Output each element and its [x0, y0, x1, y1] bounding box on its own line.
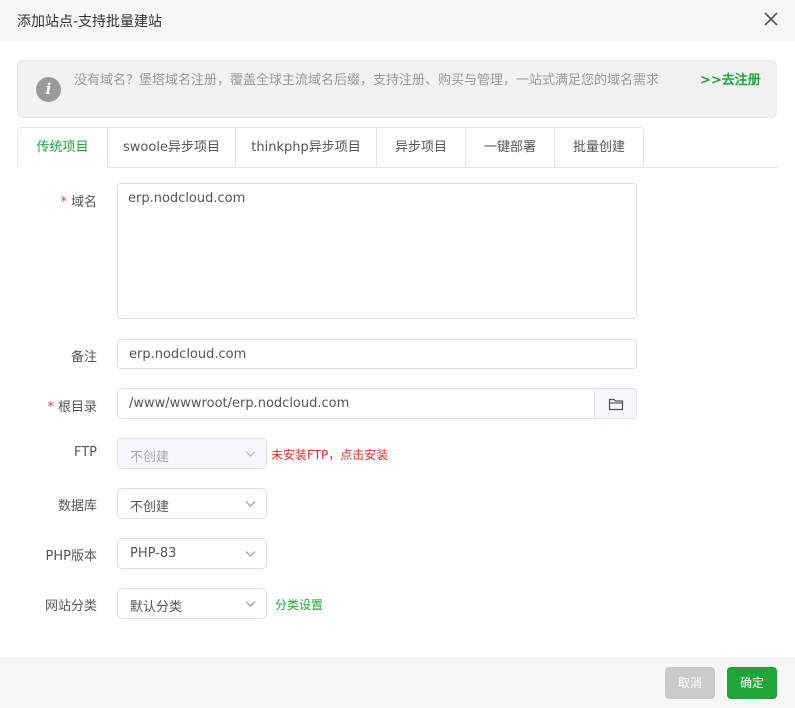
close-icon[interactable]: [762, 10, 780, 28]
php-version-select-value: PHP-83: [130, 546, 177, 561]
cancel-button[interactable]: 取消: [665, 667, 715, 699]
remark-input[interactable]: [117, 339, 637, 369]
register-domain-link[interactable]: >>去注册: [700, 71, 766, 90]
chevron-down-icon: [245, 451, 256, 457]
folder-icon: [608, 398, 624, 411]
database-select[interactable]: 不创建: [117, 488, 267, 519]
root-dir-label: * 根目录: [47, 400, 97, 415]
php-version-label: PHP版本: [45, 549, 97, 564]
ftp-select-value: 不创建: [130, 450, 170, 465]
dialog-title: 添加站点-支持批量建站: [17, 14, 163, 30]
dialog-titlebar: 添加站点-支持批量建站: [0, 0, 795, 41]
chevron-down-icon: [245, 501, 256, 507]
ftp-install-link[interactable]: 未安装FTP，点击安装: [271, 446, 388, 463]
tab-thinkphp-async-project[interactable]: thinkphp异步项目: [236, 127, 377, 168]
tab-batch-create[interactable]: 批量创建: [555, 127, 644, 168]
site-category-select-value: 默认分类: [130, 600, 183, 615]
ftp-select: 不创建: [117, 438, 267, 469]
remark-label: 备注: [70, 350, 97, 365]
root-dir-input[interactable]: [117, 388, 595, 419]
category-settings-link[interactable]: 分类设置: [275, 596, 323, 613]
site-category-label: 网站分类: [44, 599, 97, 614]
notice-text: 没有域名？堡塔域名注册，覆盖全球主流域名后缀，支持注册、购买与管理，一站式满足您…: [74, 73, 660, 88]
domain-label: * 域名: [60, 195, 97, 210]
browse-folder-button[interactable]: [594, 388, 637, 419]
tab-swoole-async-project[interactable]: swoole异步项目: [108, 127, 236, 168]
database-label: 数据库: [57, 499, 97, 514]
chevron-down-icon: [245, 551, 256, 557]
site-category-select[interactable]: 默认分类: [117, 588, 267, 619]
confirm-button[interactable]: 确定: [727, 667, 777, 699]
database-select-value: 不创建: [130, 500, 170, 515]
tab-one-click-deploy[interactable]: 一键部署: [466, 127, 555, 168]
tab-traditional-project[interactable]: 传统项目: [17, 127, 108, 168]
php-version-select[interactable]: PHP-83: [117, 538, 267, 569]
tab-async-project[interactable]: 异步项目: [377, 127, 466, 168]
domain-register-notice: i 没有域名？堡塔域名注册，覆盖全球主流域名后缀，支持注册、购买与管理，一站式满…: [17, 60, 777, 118]
info-icon: i: [36, 77, 61, 102]
project-type-tabs: 传统项目 swoole异步项目 thinkphp异步项目 异步项目 一键部署 批…: [17, 127, 778, 168]
ftp-label: FTP: [73, 445, 97, 460]
domain-input[interactable]: erp.nodcloud.com: [117, 183, 637, 319]
chevron-down-icon: [245, 601, 256, 607]
